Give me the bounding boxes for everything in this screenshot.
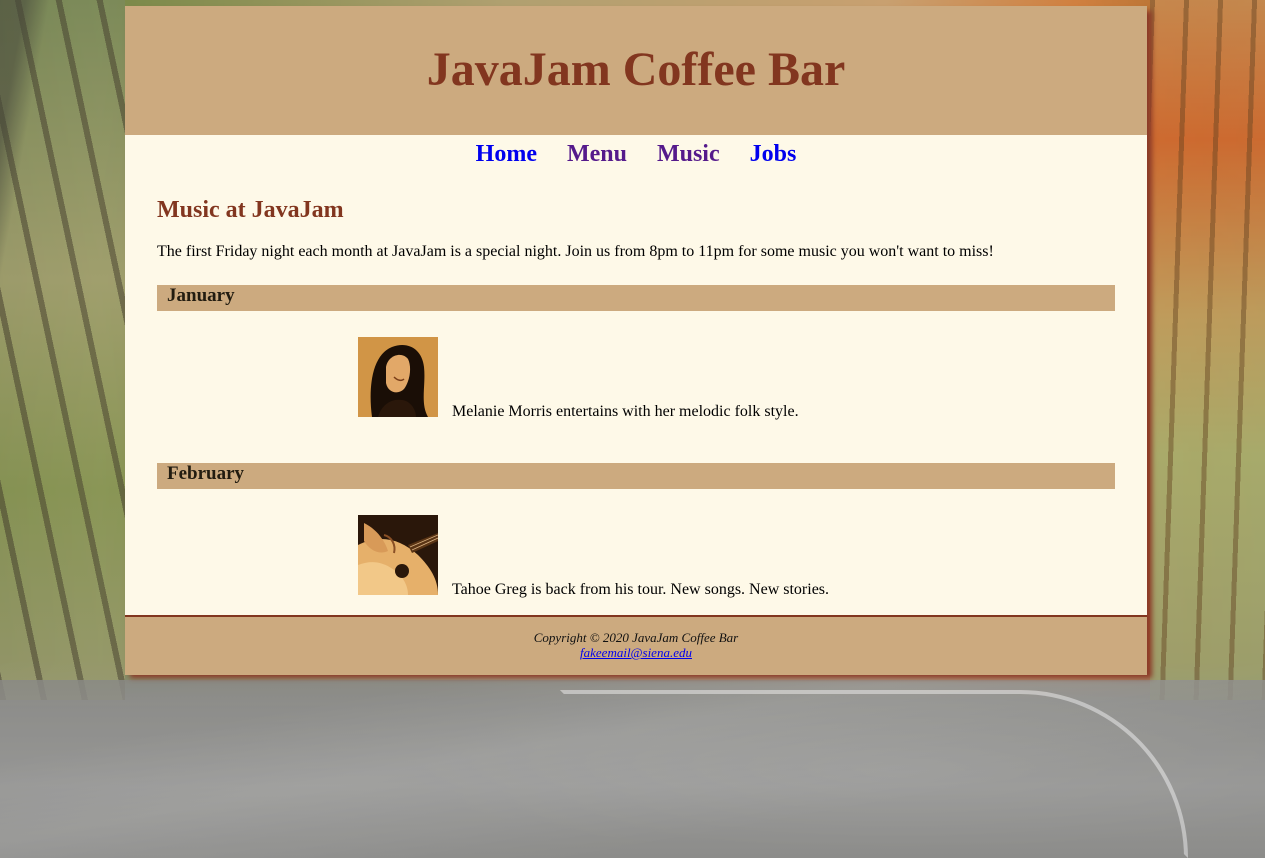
- nav-music-link[interactable]: Music: [657, 141, 720, 167]
- page-wrapper: JavaJam Coffee Bar Home Menu Music Jobs …: [125, 6, 1147, 675]
- page-heading: Music at JavaJam: [157, 197, 344, 223]
- month-heading-january: January: [157, 285, 1115, 311]
- performer-photo-melanie: [358, 337, 438, 417]
- intro-text: The first Friday night each month at Jav…: [157, 243, 994, 260]
- main-content: Music at JavaJam The first Friday night …: [125, 195, 1147, 627]
- nav-home-link[interactable]: Home: [476, 141, 537, 167]
- background-forest-right: [1150, 0, 1265, 700]
- site-header: JavaJam Coffee Bar: [125, 6, 1147, 135]
- background-forest-left: [0, 0, 125, 700]
- copyright-text: Copyright © 2020 JavaJam Coffee Bar: [533, 630, 739, 645]
- site-footer: Copyright © 2020 JavaJam Coffee Bar fake…: [125, 615, 1147, 675]
- nav-jobs-link[interactable]: Jobs: [750, 141, 797, 167]
- performer-caption-february: Tahoe Greg is back from his tour. New so…: [452, 581, 830, 598]
- background-road: [0, 680, 1265, 858]
- performer-caption-january: Melanie Morris entertains with her melod…: [452, 403, 799, 420]
- performer-january: Melanie Morris entertains with her melod…: [157, 337, 1115, 441]
- main-nav: Home Menu Music Jobs: [125, 135, 1147, 172]
- footer-email-link[interactable]: fakeemail@siena.edu: [580, 645, 692, 660]
- performer-february: Tahoe Greg is back from his tour. New so…: [157, 515, 1115, 627]
- performer-photo-greg: [358, 515, 438, 595]
- month-heading-february: February: [157, 463, 1115, 489]
- nav-menu-link[interactable]: Menu: [567, 141, 627, 167]
- site-title: JavaJam Coffee Bar: [426, 43, 846, 96]
